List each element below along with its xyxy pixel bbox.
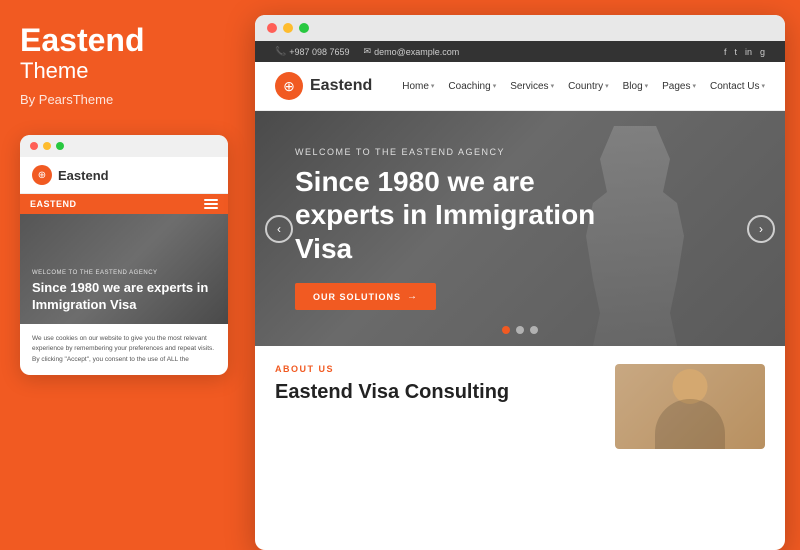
mini-dot-yellow — [43, 142, 51, 150]
mini-globe-icon: ⊕ — [32, 165, 52, 185]
hero-welcome-text: WELCOME TO THE EASTEND AGENCY — [295, 147, 615, 157]
social-google-icon[interactable]: g — [760, 47, 765, 57]
nav-blog[interactable]: Blog▾ — [623, 81, 649, 92]
mini-logo-bar: ⊕ Eastend — [20, 157, 228, 194]
nav-coaching-caret: ▾ — [493, 82, 497, 90]
mini-nav-label: EASTEND — [30, 199, 77, 209]
left-panel: Eastend Theme By PearsTheme ⊕ Eastend EA… — [0, 0, 248, 550]
topbar-phone: 📞 +987 098 7659 — [275, 46, 350, 57]
nav-coaching[interactable]: Coaching▾ — [448, 81, 496, 92]
about-img-body — [655, 399, 725, 449]
mini-dot-green — [56, 142, 64, 150]
mini-welcome-text: WELCOME TO THE EASTEND AGENCY — [32, 270, 216, 276]
mini-nav-bar: EASTEND — [20, 194, 228, 214]
phone-icon: 📞 — [275, 46, 286, 57]
hero-dot-2[interactable] — [516, 326, 524, 334]
hero-dot-3[interactable] — [530, 326, 538, 334]
nav-services-caret: ▾ — [551, 82, 555, 90]
mini-hero-section: WELCOME TO THE EASTEND AGENCY Since 1980… — [20, 214, 228, 324]
site-globe-icon: ⊕ — [275, 72, 303, 100]
social-linkedin-icon[interactable]: in — [745, 47, 752, 57]
hero-next-button[interactable]: › — [747, 215, 775, 243]
chrome-dot-red — [267, 23, 277, 33]
browser-chrome-bar — [255, 15, 785, 41]
hero-content: WELCOME TO THE EASTEND AGENCY Since 1980… — [255, 147, 655, 311]
mini-brand-name: Eastend — [58, 168, 109, 183]
site-navbar: ⊕ Eastend Home▾ Coaching▾ Services▾ Coun… — [255, 62, 785, 111]
hero-cta-label: OUR SOLUTIONS — [313, 292, 401, 302]
about-label: ABOUT US — [275, 364, 595, 374]
nav-blog-caret: ▾ — [645, 82, 649, 90]
hero-slide-dots — [502, 326, 538, 334]
hero-title: Since 1980 we are experts in Immigration… — [295, 165, 615, 266]
nav-country[interactable]: Country▾ — [568, 81, 609, 92]
mini-body-text: We use cookies on our website to give yo… — [20, 324, 228, 375]
site-nav-links: Home▾ Coaching▾ Services▾ Country▾ Blog▾… — [402, 81, 765, 92]
nav-contact[interactable]: Contact Us▾ — [710, 81, 765, 92]
nav-country-caret: ▾ — [605, 82, 609, 90]
topbar-social: f t in g — [724, 47, 765, 57]
about-image — [615, 364, 765, 449]
site-below-hero: ABOUT US Eastend Visa Consulting — [255, 346, 785, 467]
chrome-dot-green — [299, 23, 309, 33]
about-section: ABOUT US Eastend Visa Consulting — [275, 364, 595, 449]
social-twitter-icon[interactable]: t — [734, 47, 737, 57]
nav-home-caret: ▾ — [431, 82, 435, 90]
main-browser-window: 📞 +987 098 7659 ✉ demo@example.com f t i… — [255, 15, 785, 550]
site-logo-text: Eastend — [310, 77, 372, 95]
brand-subtitle: Theme — [20, 58, 228, 84]
mini-browser-mockup: ⊕ Eastend EASTEND WELCOME TO THE EASTEND… — [20, 135, 228, 375]
email-icon: ✉ — [364, 46, 372, 57]
mini-browser-bar — [20, 135, 228, 157]
mini-hamburger-icon — [204, 199, 218, 209]
hero-cta-arrow-icon: → — [407, 291, 418, 302]
brand-title: Eastend — [20, 24, 228, 56]
nav-contact-caret: ▾ — [761, 82, 765, 90]
nav-pages[interactable]: Pages▾ — [662, 81, 696, 92]
mini-dot-red — [30, 142, 38, 150]
social-facebook-icon[interactable]: f — [724, 47, 727, 57]
hero-dot-1[interactable] — [502, 326, 510, 334]
site-topbar: 📞 +987 098 7659 ✉ demo@example.com f t i… — [255, 41, 785, 62]
brand-by: By PearsTheme — [20, 92, 228, 107]
hero-prev-button[interactable]: ‹ — [265, 215, 293, 243]
site-hero-section: WELCOME TO THE EASTEND AGENCY Since 1980… — [255, 111, 785, 346]
hero-cta-button[interactable]: OUR SOLUTIONS → — [295, 283, 436, 310]
about-title: Eastend Visa Consulting — [275, 380, 595, 404]
topbar-contact: 📞 +987 098 7659 ✉ demo@example.com — [275, 46, 459, 57]
nav-home[interactable]: Home▾ — [402, 81, 434, 92]
nav-pages-caret: ▾ — [693, 82, 697, 90]
mini-hero-title: Since 1980 we are experts in Immigration… — [32, 280, 216, 314]
topbar-email: ✉ demo@example.com — [364, 46, 460, 57]
nav-services[interactable]: Services▾ — [510, 81, 554, 92]
chrome-dot-yellow — [283, 23, 293, 33]
site-logo: ⊕ Eastend — [275, 72, 372, 100]
